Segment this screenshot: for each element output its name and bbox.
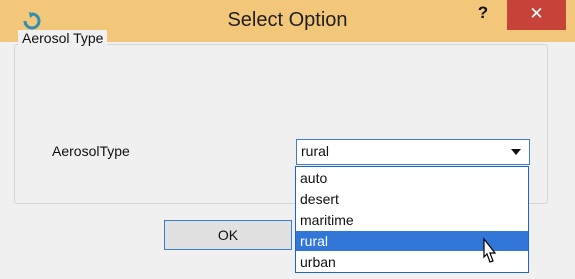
- dropdown-option[interactable]: maritime: [296, 210, 528, 230]
- help-button[interactable]: ?: [468, 0, 498, 30]
- dropdown-option[interactable]: desert: [296, 189, 528, 209]
- group-title: Aerosol Type: [18, 30, 108, 46]
- dialog-window: Select Option ? ✕ Aerosol Type AerosolTy…: [0, 0, 575, 279]
- aerosol-type-select[interactable]: rural: [296, 139, 530, 165]
- select-value: rural: [301, 143, 330, 159]
- ok-button[interactable]: OK: [164, 220, 292, 250]
- mouse-pointer-icon: [483, 237, 497, 263]
- close-button[interactable]: ✕: [507, 0, 566, 30]
- chevron-down-icon[interactable]: [511, 149, 521, 155]
- aerosol-type-label: AerosolType: [52, 143, 130, 159]
- dropdown-option[interactable]: auto: [296, 168, 528, 188]
